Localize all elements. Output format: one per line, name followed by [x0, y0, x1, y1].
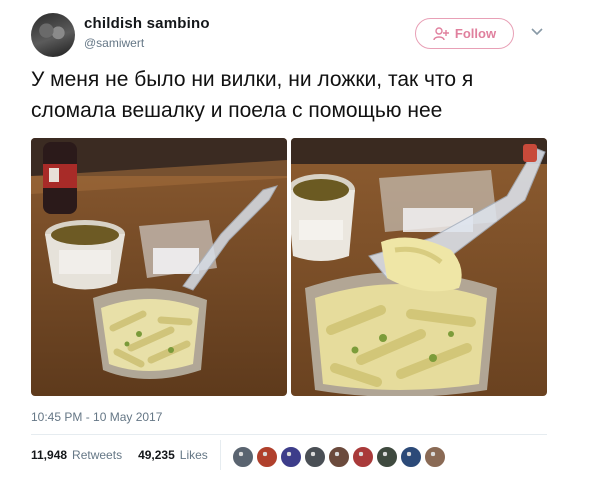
likes-label[interactable]: Likes	[180, 448, 208, 462]
tweet-photo-2[interactable]	[291, 138, 547, 396]
liker-avatar[interactable]	[256, 446, 278, 468]
liker-avatar[interactable]	[424, 446, 446, 468]
retweets-count[interactable]: 11,948	[31, 448, 67, 462]
liker-avatar[interactable]	[232, 446, 254, 468]
liker-avatar[interactable]	[304, 446, 326, 468]
likes-count[interactable]: 49,235	[138, 448, 175, 462]
tweet-photo-1[interactable]	[31, 138, 287, 396]
liker-avatar[interactable]	[328, 446, 350, 468]
liker-avatar[interactable]	[280, 446, 302, 468]
liker-avatar[interactable]	[400, 446, 422, 468]
tweet-text: У меня не было ни вилки, ни ложки, так ч…	[31, 64, 586, 126]
liker-avatar[interactable]	[376, 446, 398, 468]
liker-avatars	[232, 446, 446, 468]
chevron-down-icon[interactable]	[531, 27, 543, 37]
user-avatar[interactable]	[31, 13, 75, 57]
retweets-label[interactable]: Retweets	[72, 448, 122, 462]
tweet-stats: 11,948 Retweets 49,235 Likes	[31, 448, 208, 462]
tweet-timestamp[interactable]: 10:45 PM - 10 May 2017	[31, 410, 162, 424]
follow-button-label: Follow	[454, 26, 497, 41]
divider-top	[31, 434, 547, 435]
follow-button[interactable]: Follow	[415, 18, 514, 49]
stats-separator	[220, 440, 221, 470]
user-handle[interactable]: @samiwert	[84, 36, 144, 50]
display-name[interactable]: childish sambino	[84, 15, 210, 32]
tweet-text-line-1: У меня не было ни вилки, ни ложки, так ч…	[31, 68, 474, 91]
liker-avatar[interactable]	[352, 446, 374, 468]
tweet-text-line-2: сломала вешалку и поела с помощью нее	[31, 99, 443, 122]
add-user-icon	[433, 26, 449, 40]
